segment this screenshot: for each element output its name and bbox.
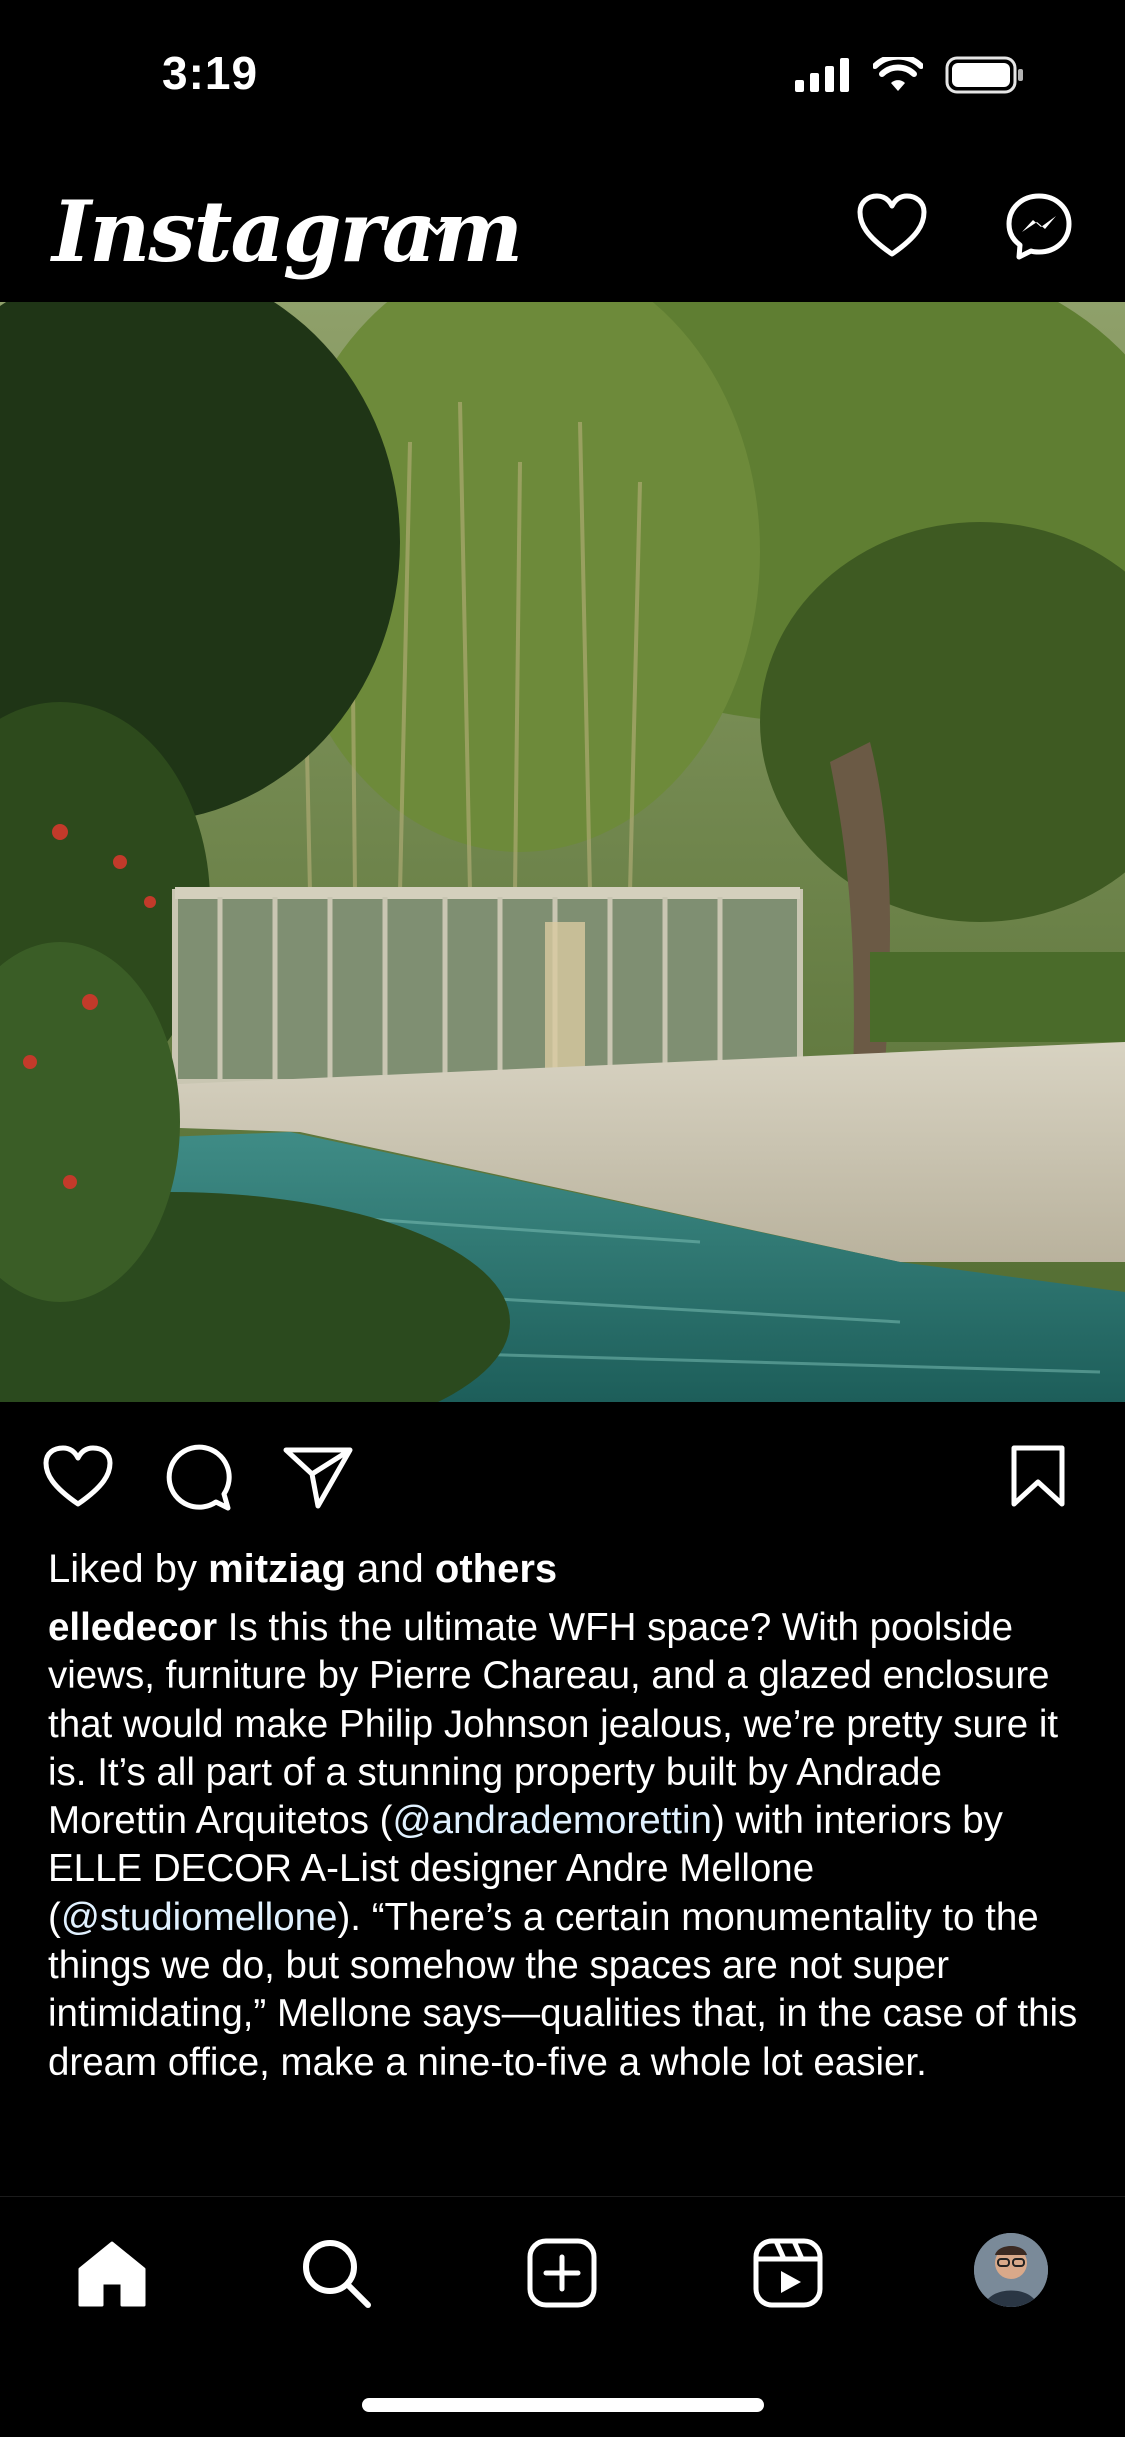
caption-mention[interactable]: @andrademorettin (393, 1799, 712, 1842)
profile-avatar[interactable] (974, 2233, 1048, 2307)
likes-prefix: Liked by (48, 1547, 197, 1591)
bookmark-icon[interactable] (1010, 1444, 1066, 1508)
cellular-signal-icon (795, 58, 849, 92)
app-header: Instagram (0, 150, 1125, 302)
liked-by-others[interactable]: others (435, 1547, 557, 1591)
heart-icon[interactable] (856, 192, 928, 260)
status-bar: 3:19 (0, 0, 1125, 150)
comment-icon[interactable] (164, 1444, 234, 1514)
create-post-icon[interactable] (526, 2237, 598, 2309)
messenger-icon[interactable] (1004, 192, 1074, 262)
status-icons (795, 56, 1025, 94)
post-actions (0, 1402, 1125, 1552)
home-icon[interactable] (76, 2237, 148, 2309)
post-caption: elledecor Is this the ultimate WFH space… (48, 1604, 1088, 2087)
wifi-icon (873, 57, 923, 91)
share-icon[interactable] (282, 1444, 354, 1510)
post-image[interactable] (0, 302, 1125, 1402)
likes-summary[interactable]: Liked by mitziag and others (48, 1544, 557, 1594)
caption-mention[interactable]: @studiomellone (61, 1896, 338, 1939)
caption-username[interactable]: elledecor (48, 1606, 217, 1649)
search-icon[interactable] (300, 2237, 372, 2309)
battery-icon (945, 56, 1023, 94)
liked-by-user[interactable]: mitziag (208, 1547, 346, 1591)
reels-icon[interactable] (752, 2237, 824, 2309)
home-indicator (362, 2398, 764, 2412)
status-time: 3:19 (162, 47, 259, 99)
profile-photo (974, 2233, 1048, 2307)
poolside-glass-pavilion-photo (0, 302, 1125, 1402)
likes-middle: and (357, 1547, 424, 1591)
like-icon[interactable] (42, 1444, 114, 1510)
chevron-down-icon[interactable] (420, 216, 454, 238)
